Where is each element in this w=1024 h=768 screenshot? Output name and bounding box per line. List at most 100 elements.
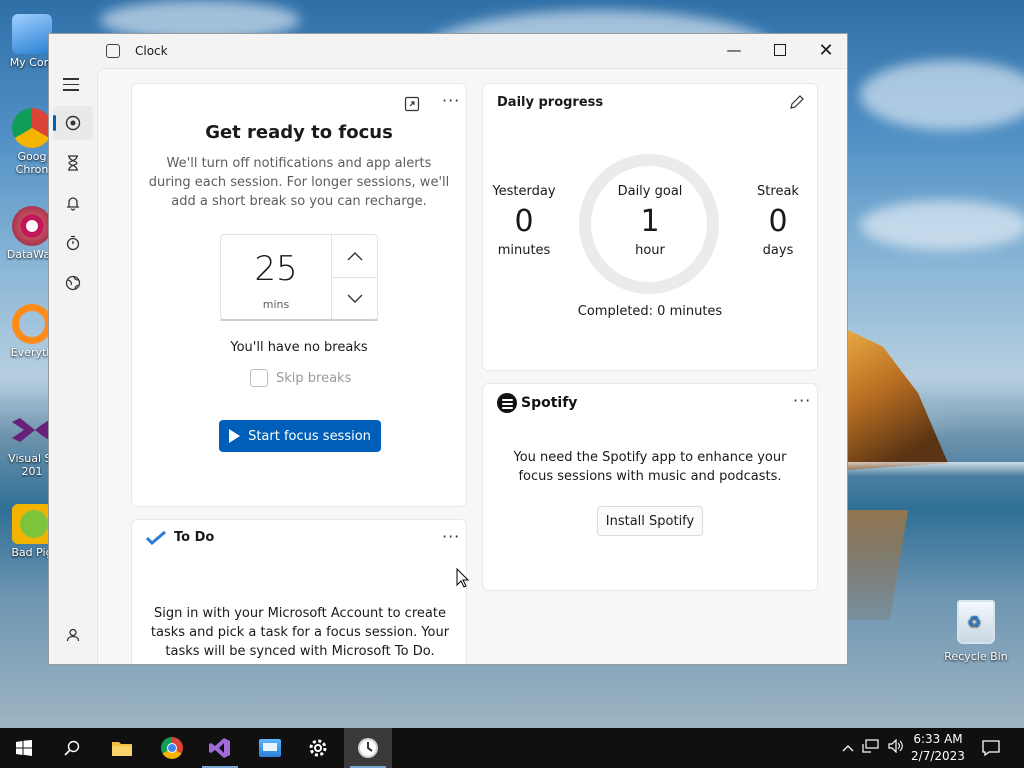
todo-title: To Do <box>174 530 215 545</box>
spotify-message: You need the Spotify app to enhance your… <box>513 450 787 484</box>
action-center-button[interactable] <box>968 728 1014 768</box>
desktop-icon-label: Recycle Bin <box>944 650 1008 663</box>
daily-goal-stat[interactable]: Daily goal 1 hour <box>605 184 695 258</box>
start-button[interactable] <box>0 728 48 768</box>
checkbox-box[interactable] <box>250 369 268 387</box>
search-icon <box>64 740 80 756</box>
nav-world-clock[interactable] <box>53 266 93 300</box>
todo-message: Sign in with your Microsoft Account to c… <box>150 606 450 659</box>
cloud <box>860 200 1024 250</box>
spotify-icon <box>497 393 517 413</box>
stepper-arrows <box>331 235 378 319</box>
title-bar[interactable]: Clock — ✕ <box>49 34 847 68</box>
desktop-icon-recycle-bin[interactable]: ♻ Recycle Bin <box>944 600 1008 663</box>
control-panel-icon <box>259 739 281 757</box>
show-hidden-icons-chevron-icon[interactable] <box>842 741 854 756</box>
navigation-rail <box>49 68 97 664</box>
taskbar-time: 6:33 AM <box>913 732 963 746</box>
chevron-down-icon <box>347 294 363 303</box>
close-button[interactable]: ✕ <box>803 34 847 66</box>
network-icon[interactable] <box>862 739 880 757</box>
chrome-icon <box>161 737 183 759</box>
compact-overlay-icon[interactable] <box>404 96 420 116</box>
recycle-symbol: ♻ <box>967 612 982 631</box>
stat-unit: hour <box>635 243 665 258</box>
search-button[interactable] <box>48 728 96 768</box>
volume-icon[interactable] <box>888 738 904 757</box>
stopwatch-icon <box>66 235 80 251</box>
taskbar-file-explorer[interactable] <box>98 728 146 768</box>
focus-description: We'll turn off notifications and app ale… <box>148 156 450 209</box>
stat-unit: days <box>762 243 794 258</box>
spotify-card: Spotify ··· You need the Spotify app to … <box>482 383 818 591</box>
folder-icon <box>112 742 132 756</box>
edit-pencil-icon[interactable] <box>789 94 805 114</box>
play-icon <box>229 429 241 443</box>
stat-label: Daily goal <box>617 184 683 199</box>
more-options-icon[interactable]: ··· <box>442 529 460 545</box>
nav-focus-sessions[interactable] <box>53 106 93 140</box>
stat-label: Yesterday <box>492 184 556 199</box>
computer-icon <box>12 14 52 54</box>
start-button-label: Start focus session <box>248 428 371 444</box>
taskbar-date: 2/7/2023 <box>911 749 965 763</box>
stat-value: 0 <box>768 204 788 239</box>
maximize-button[interactable] <box>757 34 803 66</box>
daily-progress-card: Daily progress Yesterday 0 minutes Daily… <box>482 83 818 371</box>
duration-unit: mins <box>262 298 290 311</box>
nav-account[interactable] <box>53 618 93 652</box>
taskbar-clock-readout[interactable]: 6:33 AM 2/7/2023 <box>906 731 970 765</box>
spotify-brand: Spotify <box>521 395 578 411</box>
window-title: Clock <box>135 44 168 58</box>
nav-stopwatch[interactable] <box>53 226 93 260</box>
skip-breaks-checkbox[interactable]: Skip breaks <box>250 369 351 387</box>
desktop-icon-label: Goog Chron <box>15 150 49 176</box>
breaks-text: You'll have no breaks <box>230 340 368 355</box>
taskbar: 6:33 AM 2/7/2023 <box>0 728 1024 768</box>
rock-reflection <box>848 510 908 620</box>
minimize-button[interactable]: — <box>711 34 757 66</box>
alarm-icon <box>66 197 80 211</box>
todo-checkmark-icon <box>146 530 166 545</box>
more-options-icon[interactable]: ··· <box>793 393 811 409</box>
taskbar-settings[interactable] <box>294 728 342 768</box>
taskbar-chrome[interactable] <box>148 728 196 768</box>
content-area: ··· Get ready to focus We'll turn off no… <box>97 68 847 664</box>
nav-settings[interactable] <box>53 658 93 664</box>
hamburger-menu-icon[interactable] <box>63 78 79 95</box>
nav-timer[interactable] <box>53 146 93 180</box>
decrement-button[interactable] <box>332 277 378 320</box>
start-focus-session-button[interactable]: Start focus session <box>219 420 381 452</box>
nav-alarm[interactable] <box>53 186 93 220</box>
clock-app-icon <box>106 44 120 58</box>
duration-stepper[interactable]: 25 mins <box>220 234 378 320</box>
clock-app-icon <box>358 738 378 758</box>
skip-breaks-label: Skip breaks <box>276 370 352 386</box>
spotify-logo: Spotify <box>497 393 577 413</box>
duration-value[interactable]: 25 <box>221 249 331 289</box>
focus-session-card: ··· Get ready to focus We'll turn off no… <box>131 83 467 507</box>
desktop-icon-label: Bad Pig <box>11 546 53 559</box>
settings-gear-icon <box>309 739 327 757</box>
taskbar-visual-studio[interactable] <box>196 728 244 768</box>
wave-line <box>848 462 1024 476</box>
taskbar-control-panel[interactable] <box>246 728 294 768</box>
focus-title: Get ready to focus <box>205 122 393 143</box>
yesterday-stat: Yesterday 0 minutes <box>479 184 569 258</box>
completed-text: Completed: 0 minutes <box>577 304 723 319</box>
pig-face <box>20 510 48 538</box>
rock-formation <box>848 330 948 470</box>
system-tray <box>838 728 908 768</box>
increment-button[interactable] <box>332 235 378 277</box>
stat-value: 1 <box>640 204 660 239</box>
taskbar-clock[interactable] <box>344 728 392 768</box>
focus-sessions-icon <box>65 115 81 131</box>
clock-window: Clock — ✕ ··· Get ready to focus We'll t… <box>48 33 848 665</box>
datawag-icon <box>12 206 52 246</box>
more-options-icon[interactable]: ··· <box>442 93 460 109</box>
visual-studio-icon <box>12 418 52 442</box>
install-spotify-button[interactable]: Install Spotify <box>597 506 703 536</box>
world-clock-icon <box>65 275 81 291</box>
timer-icon <box>68 155 78 171</box>
mouse-cursor-icon <box>456 568 470 588</box>
